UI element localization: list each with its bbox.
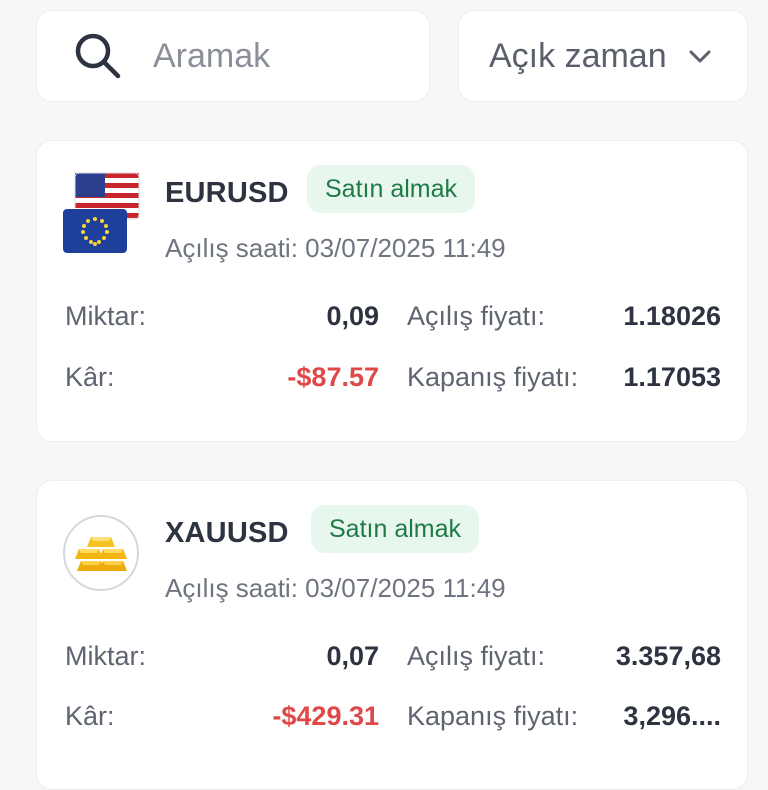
top-bar: Açık zaman [0, 0, 768, 120]
amount-value: 0,09 [326, 301, 379, 331]
time-filter-label: Açık zaman [489, 36, 667, 75]
profit-value: -$87.57 [287, 362, 379, 392]
amount-label: Miktar: [65, 641, 146, 671]
gold-bars-icon [63, 515, 139, 591]
profit-value: -$429.31 [272, 701, 379, 731]
close-price-value: 3,296.... [623, 701, 721, 731]
search-box[interactable] [36, 10, 430, 102]
profit-row: Kâr: -$429.31 Kapanış fiyatı: 3,296.... [37, 701, 749, 741]
time-filter-dropdown[interactable]: Açık zaman [458, 10, 748, 102]
open-price-label: Açılış fiyatı: [407, 301, 546, 331]
side-badge: Satın almak [311, 505, 480, 553]
profit-row: Kâr: -$87.57 Kapanış fiyatı: 1.17053 [37, 362, 749, 402]
amount-row: Miktar: 0,09 Açılış fiyatı: 1.18026 [37, 301, 749, 341]
position-card[interactable]: EURUSD Satın almak Açılış saati: 03/07/2… [36, 140, 748, 442]
position-symbol: XAUUSD [165, 517, 289, 549]
position-card[interactable]: XAUUSD Satın almak Açılış saati: 03/07/2… [36, 480, 748, 790]
profit-label: Kâr: [65, 362, 115, 392]
close-price-label: Kapanış fiyatı: [407, 362, 579, 392]
eur-usd-flags-icon [63, 172, 140, 253]
open-price-label: Açılış fiyatı: [407, 641, 546, 671]
search-icon [75, 33, 121, 79]
open-price-value: 1.18026 [623, 301, 721, 331]
position-symbol: EURUSD [165, 177, 289, 209]
amount-value: 0,07 [326, 641, 379, 671]
open-time: Açılış saati: 03/07/2025 11:49 [165, 233, 506, 263]
open-price-value: 3.357,68 [615, 641, 721, 671]
close-price-label: Kapanış fiyatı: [407, 701, 579, 731]
search-input[interactable] [153, 36, 403, 76]
amount-row: Miktar: 0,07 Açılış fiyatı: 3.357,68 [37, 641, 749, 681]
open-time: Açılış saati: 03/07/2025 11:49 [165, 573, 506, 603]
side-badge: Satın almak [307, 165, 476, 213]
chevron-down-icon [689, 50, 711, 63]
amount-label: Miktar: [65, 301, 146, 331]
profit-label: Kâr: [65, 701, 115, 731]
close-price-value: 1.17053 [623, 362, 721, 392]
